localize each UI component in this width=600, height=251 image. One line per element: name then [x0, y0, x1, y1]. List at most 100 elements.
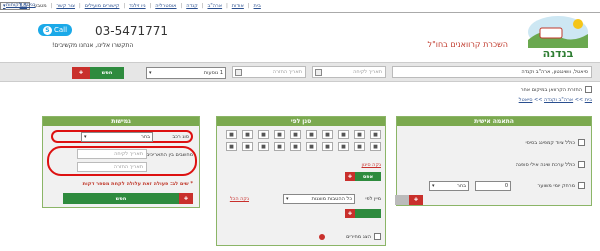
- bedding-checkbox[interactable]: [578, 161, 585, 168]
- location-input[interactable]: סיאטל, וושינגטון, ארה"ב וקנדה: [392, 66, 592, 78]
- flex-return-placeholder: תאריך החזרה: [113, 164, 143, 170]
- nav-contact[interactable]: צור קשר: [56, 3, 75, 9]
- vehicle-type-label: סוג רכב: [172, 134, 189, 140]
- nav-home[interactable]: בית: [254, 3, 261, 9]
- pickup-date-placeholder: תאריך לקיחה: [353, 69, 382, 75]
- search-button[interactable]: חפש: [90, 67, 124, 79]
- filter-reset-button[interactable]: אפס: [355, 172, 381, 181]
- personal-panel: התאמה אישית כולל ציוד קמפינג בסיסי כולל …: [395, 116, 592, 206]
- return-elsewhere-label: החזרת הקרוואן במיקום אחר: [520, 87, 582, 93]
- sort-label: מיין לפי: [365, 196, 381, 202]
- flex-plus-icon[interactable]: ✚: [179, 193, 193, 204]
- filter-cd-icon[interactable]: ■: [306, 142, 317, 151]
- filter-mic-icon[interactable]: ■: [226, 142, 237, 151]
- tagline: השכרת קרוואנים בחו"ל: [427, 40, 508, 49]
- filter-panel: סנן לפי ■ ■ ■ ■ ■ ■ ■ ■ ■ ■ ■ ■ ■ ■ ■ ■ ■ ■ ■ ■ נקה סינון א…: [216, 116, 386, 246]
- chevron-down-icon: ▾: [149, 70, 152, 76]
- nav-new-zealand[interactable]: ניו זילנד: [129, 3, 146, 9]
- breadcrumb-usa-canada[interactable]: ארה"ב וקנדה: [544, 97, 573, 103]
- flex-panel: גמישות סוג רכב בחר ▾ מחשבים בין התאריכים …: [42, 116, 200, 208]
- filter-solar-icon[interactable]: ■: [258, 142, 269, 151]
- date-range-label: מחשבים בין התאריכים: [146, 152, 193, 158]
- filter-wc-icon[interactable]: ■: [370, 130, 381, 139]
- filter-bike-icon[interactable]: ■: [306, 130, 317, 139]
- chevron-down-icon: ▾: [432, 183, 435, 189]
- camping-gear-label: כולל ציוד קמפינג בסיסי: [525, 140, 576, 146]
- breadcrumb-seattle[interactable]: סיאטל: [519, 97, 533, 103]
- mileage-checkbox[interactable]: [578, 182, 585, 189]
- filter-bed-icon[interactable]: ■: [226, 130, 237, 139]
- calendar-icon: [235, 69, 242, 76]
- filter-dog-icon[interactable]: ■: [274, 130, 285, 139]
- clear-all-link[interactable]: נקה הכל: [230, 196, 249, 202]
- filter-sat-icon[interactable]: ■: [338, 142, 349, 151]
- nav-useful-links[interactable]: קישורים מועילים: [85, 3, 120, 9]
- flex-return-date[interactable]: תאריך החזרה: [77, 162, 147, 172]
- bedding-label: כולל ערכת שינה אילי סופגה: [515, 162, 575, 168]
- top-nav-links: בית | אודות | ארה"ב | קנדה | אוסטרליה | ניו ז…: [0, 2, 261, 10]
- filter-plus-icon[interactable]: ✚: [345, 172, 355, 181]
- filter-ac-icon[interactable]: ■: [322, 130, 333, 139]
- return-elsewhere-checkbox[interactable]: [585, 86, 592, 93]
- filter-gen-icon[interactable]: ■: [290, 130, 301, 139]
- mileage-label: מרחק יומי משוער: [537, 183, 575, 189]
- filter-heat-icon[interactable]: ■: [274, 142, 285, 151]
- nav-usa[interactable]: ארה"ב: [207, 3, 222, 9]
- filter-fan-icon[interactable]: ■: [290, 142, 301, 151]
- filter-shower-icon[interactable]: ■: [370, 142, 381, 151]
- pickup-date-input[interactable]: תאריך לקיחה: [312, 66, 386, 78]
- breadcrumb: בית >> ארה"ב וקנדה >> סיאטל: [518, 97, 592, 103]
- nav-canada[interactable]: קנדה: [186, 3, 198, 9]
- mileage-unit-value: בחר: [457, 183, 466, 189]
- show-prices-label: הצג מחירים: [346, 234, 371, 240]
- nav-about[interactable]: אודות: [232, 3, 244, 9]
- call-button[interactable]: S Call: [38, 24, 72, 36]
- filter-stove-icon[interactable]: ■: [354, 142, 365, 151]
- flex-pickup-date[interactable]: תאריך לקיחה: [77, 149, 147, 159]
- vehicle-type-select[interactable]: בחר ▾: [81, 132, 153, 142]
- filter-kid-icon[interactable]: ■: [258, 130, 269, 139]
- filter-gps-icon[interactable]: ■: [322, 142, 333, 151]
- mileage-input[interactable]: 0: [475, 181, 511, 191]
- call-label: Call: [53, 26, 68, 34]
- search-bar: סיאטל, וושינגטון, ארה"ב וקנדה תאריך לקיח…: [0, 62, 600, 82]
- filter-sun-icon[interactable]: ■: [242, 130, 253, 139]
- top-divider: [0, 12, 600, 13]
- sort-apply-button[interactable]: [355, 209, 381, 218]
- filter-panel-title: סנן לפי: [217, 117, 385, 126]
- show-prices-checkbox[interactable]: [374, 233, 381, 240]
- calendar-icon: [315, 69, 322, 76]
- sort-plus-icon[interactable]: ✚: [345, 209, 355, 218]
- passengers-value: 1 נוסעות: [203, 70, 223, 76]
- clear-filter-link[interactable]: נקה סינון: [362, 162, 382, 168]
- breadcrumb-home[interactable]: בית: [585, 97, 592, 103]
- return-date-input[interactable]: תאריך החזרה: [232, 66, 306, 78]
- filter-tv-icon[interactable]: ■: [338, 130, 349, 139]
- phone-number[interactable]: 03-5471771: [95, 24, 168, 38]
- return-date-placeholder: תאריך החזרה: [272, 69, 302, 75]
- flex-search-button[interactable]: חפש: [63, 193, 179, 204]
- sort-value: כל ההטבות מוצגות: [311, 196, 352, 202]
- vehicle-type-value: בחר: [141, 134, 150, 140]
- flex-note: * שים לב: פעולה זאת עלולה לקחת מספר דקות: [82, 181, 193, 187]
- filter-tent-icon[interactable]: ■: [242, 142, 253, 151]
- nav-australia[interactable]: אוסטרליה: [155, 3, 176, 9]
- flex-panel-title: גמישות: [43, 117, 199, 126]
- camping-gear-checkbox[interactable]: [578, 139, 585, 146]
- top-nav: כניסת לקוחות בית | אודות | ארה"ב | קנדה | או…: [0, 0, 600, 12]
- filter-wifi-icon[interactable]: ■: [354, 130, 365, 139]
- logo[interactable]: בנדנה: [524, 14, 592, 60]
- info-dot-icon: [319, 234, 325, 240]
- mileage-value: 0: [504, 183, 508, 189]
- personal-plus-icon[interactable]: ✚: [409, 195, 423, 205]
- chevron-down-icon: ▾: [84, 134, 87, 140]
- login-link[interactable]: כניסת לקוחות: [6, 2, 36, 8]
- mileage-unit-select[interactable]: בחר ▾: [429, 181, 469, 191]
- passengers-select[interactable]: 1 נוסעות ▾: [146, 67, 226, 79]
- logo-text: בנדנה: [543, 47, 574, 60]
- personal-apply-button[interactable]: [395, 195, 409, 205]
- flex-pickup-placeholder: תאריך לקיחה: [114, 151, 143, 157]
- search-plus-icon[interactable]: ✚: [72, 67, 90, 79]
- chevron-down-icon: ▾: [286, 196, 289, 202]
- sort-select[interactable]: כל ההטבות מוצגות ▾: [283, 194, 355, 204]
